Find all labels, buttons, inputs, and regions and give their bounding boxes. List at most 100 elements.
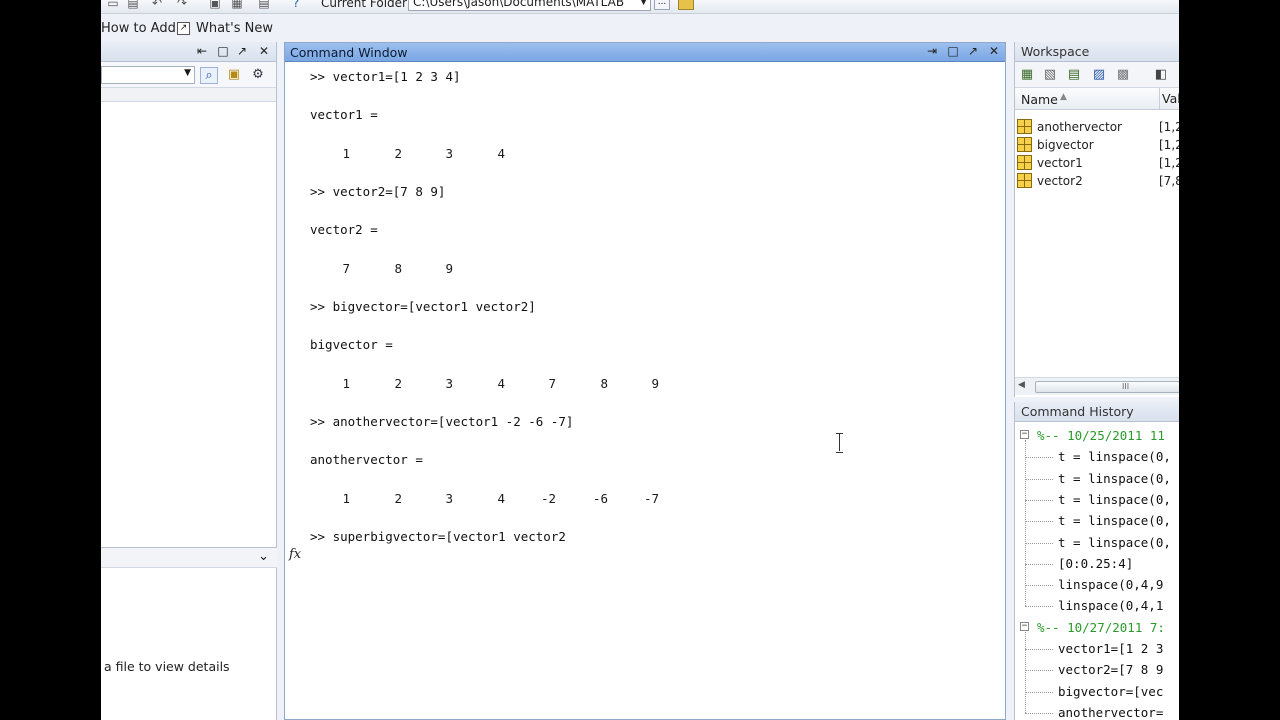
collapse-toggle-icon[interactable]: − — [1020, 430, 1029, 439]
guide-icon[interactable]: ▦ — [229, 0, 245, 10]
workspace-variable-row[interactable]: vector2 [7,8, — [1015, 172, 1179, 190]
open-variable-icon[interactable]: ▧ — [1041, 66, 1059, 83]
plot-selection-icon[interactable]: ◧ — [1152, 66, 1170, 83]
command-window-body[interactable]: fx >> vector1=[1 2 3 4] vector1 = 1 2 3 4 >> v… — [285, 62, 1005, 719]
tree-connector — [1025, 478, 1053, 480]
history-command-item[interactable]: t = linspace(0, — [1015, 490, 1179, 510]
history-command-item[interactable]: anothervector= — [1015, 703, 1179, 720]
output-value: -7 — [643, 491, 659, 506]
scrollbar-thumb[interactable]: III — [1035, 381, 1179, 393]
output-value: 9 — [651, 376, 659, 391]
value-column-header[interactable]: Valu — [1159, 88, 1179, 110]
output-value: 7 — [342, 261, 350, 276]
import-data-icon[interactable]: ▤ — [1065, 66, 1083, 83]
undock-icon[interactable]: ↗ — [966, 44, 980, 58]
collapse-toggle-icon[interactable]: − — [1020, 621, 1029, 631]
redo-icon[interactable]: ↷ — [174, 0, 190, 10]
output-value: 4 — [497, 146, 505, 161]
whats-new-link[interactable]: What's New — [196, 21, 273, 36]
close-icon[interactable]: ✕ — [987, 44, 1001, 58]
output-value: 1 — [342, 491, 350, 506]
output-value: 2 — [394, 376, 402, 391]
function-browser-icon[interactable]: fx — [289, 547, 301, 562]
output-variable-line: bigvector = — [310, 337, 393, 352]
search-icon[interactable]: ⌕ — [200, 67, 218, 84]
output-value: 2 — [394, 491, 402, 506]
new-variable-icon[interactable]: ▦ — [1018, 66, 1036, 83]
workspace-variable-row[interactable]: vector1 [1,2, — [1015, 154, 1179, 172]
scroll-left-icon[interactable]: ◀ — [1018, 380, 1025, 390]
workspace-horizontal-scrollbar[interactable]: ◀ III — [1015, 377, 1179, 395]
history-command-item[interactable]: [0:0.25:4] — [1015, 554, 1179, 574]
workspace-variable-row[interactable]: anothervector [1,2, — [1015, 118, 1179, 136]
command-input-line: >> vector2=[7 8 9] — [310, 184, 446, 199]
help-icon[interactable]: ? — [288, 0, 304, 10]
details-panel: ⌄ a file to view details — [101, 547, 277, 720]
history-command-text: vector1=[1 2 3 — [1058, 641, 1164, 656]
tree-connector — [1025, 457, 1053, 459]
history-command-item[interactable]: vector1=[1 2 3 — [1015, 639, 1179, 659]
close-icon[interactable]: ✕ — [257, 44, 271, 58]
browse-folder-button[interactable]: ... — [654, 0, 670, 10]
undo-icon[interactable]: ↶ — [149, 0, 165, 10]
history-command-item[interactable]: bigvector=[vec — [1015, 682, 1179, 702]
history-command-item[interactable]: t = linspace(0, — [1015, 469, 1179, 489]
command-input-line: >> vector1=[1 2 3 4] — [310, 69, 461, 84]
history-command-text: anothervector= — [1058, 704, 1164, 720]
output-value: 1 — [342, 376, 350, 391]
history-command-item[interactable]: vector2=[7 8 9 — [1015, 660, 1179, 680]
history-command-text: [0:0.25:4] — [1058, 555, 1134, 571]
minimize-icon[interactable]: ⇥ — [925, 44, 939, 58]
maximize-icon[interactable]: □ — [946, 44, 960, 58]
output-value: 9 — [445, 261, 453, 276]
output-value: 3 — [445, 491, 453, 506]
new-icon[interactable]: ▭ — [105, 0, 121, 10]
variable-value: [7,8, — [1159, 174, 1179, 188]
history-session-header[interactable]: − %-- 10/25/2011 11 — [1015, 426, 1179, 446]
undock-icon[interactable]: ↗ — [235, 44, 249, 58]
command-window-title: Command Window — [290, 45, 408, 60]
chevron-down-icon[interactable]: ⌄ — [258, 549, 269, 564]
folder-path-combo[interactable]: ▼ — [101, 66, 195, 84]
history-command-text: vector2=[7 8 9 — [1058, 662, 1164, 678]
details-header[interactable]: ⌄ — [101, 548, 277, 568]
output-value: 4 — [497, 491, 505, 506]
paste-icon[interactable]: ▤ — [125, 0, 141, 10]
sort-ascending-icon: ▲ — [1060, 92, 1067, 102]
maximize-icon[interactable]: □ — [216, 44, 230, 58]
folder-up-icon[interactable] — [678, 0, 694, 10]
chevron-down-icon[interactable]: ▼ — [184, 68, 191, 78]
external-link-icon: ↗ — [177, 22, 190, 35]
history-command-item[interactable]: t = linspace(0, — [1015, 533, 1179, 553]
gear-icon[interactable]: ⚙ — [249, 67, 267, 84]
variable-value: [1,2, — [1159, 156, 1179, 170]
save-workspace-icon[interactable]: ▨ — [1090, 66, 1108, 83]
output-value: 8 — [600, 376, 608, 391]
command-window[interactable]: Command Window ⇥ □ ↗ ✕ fx >> vector1=[1 … — [284, 42, 1006, 720]
history-command-item[interactable]: t = linspace(0, — [1015, 511, 1179, 531]
parent-folder-icon[interactable]: ▣ — [225, 67, 243, 84]
output-value: 7 — [548, 376, 556, 391]
command-input-line: >> bigvector=[vector1 vector2] — [310, 299, 536, 314]
output-value: 3 — [445, 146, 453, 161]
variable-value: [1,2, — [1159, 120, 1179, 134]
variable-name: vector1 — [1037, 156, 1083, 170]
how-to-add-link[interactable]: How to Add — [101, 21, 176, 36]
simulink-icon[interactable]: ▣ — [207, 0, 223, 10]
minimize-icon[interactable]: ⇤ — [195, 44, 209, 58]
output-value: -6 — [592, 491, 608, 506]
current-folder-combo[interactable]: C:\Users\Jason\Documents\MATLAB ▼ — [408, 0, 651, 11]
profiler-icon[interactable]: ▤ — [256, 0, 272, 10]
file-list-header — [101, 88, 276, 102]
workspace-variable-row[interactable]: bigvector [1,2, — [1015, 136, 1179, 154]
delete-variable-icon[interactable]: ▩ — [1114, 66, 1132, 83]
name-column-header[interactable]: Name — [1021, 92, 1058, 107]
history-command-item[interactable]: t = linspace(0, — [1015, 447, 1179, 467]
history-command-item[interactable]: linspace(0,4,9 — [1015, 575, 1179, 595]
output-variable-line: vector2 = — [310, 222, 378, 237]
history-command-item[interactable]: linspace(0,4,1 — [1015, 596, 1179, 616]
output-value: 2 — [394, 146, 402, 161]
chevron-down-icon[interactable]: ▼ — [640, 0, 647, 10]
history-session-header[interactable]: − %-- 10/27/2011 7: — [1015, 618, 1179, 638]
tree-connector — [1025, 499, 1053, 501]
